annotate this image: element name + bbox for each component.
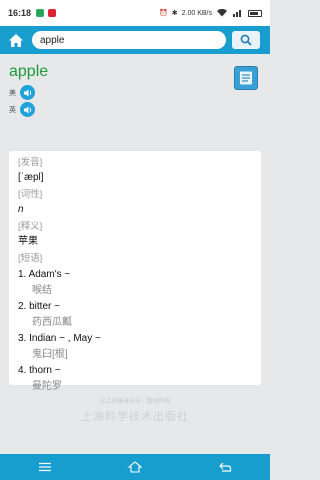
notebook-icon — [240, 71, 252, 85]
status-time: 16:18 — [8, 8, 32, 18]
status-right-icons: ⏰ ✱ 2.00 KB/s — [159, 9, 262, 17]
headword: apple — [9, 63, 49, 80]
battery-icon — [248, 9, 262, 17]
pron-us-label: 美 — [9, 89, 16, 97]
speaker-icon — [23, 106, 31, 113]
phrase-item: 3. Indian ~ , May ~ — [18, 333, 101, 344]
pos-value: n — [18, 204, 24, 215]
bluetooth-icon: ✱ — [171, 10, 178, 17]
app-notification-icon — [48, 9, 57, 17]
add-to-wordbook-button[interactable] — [234, 66, 258, 90]
pron-uk-play-button[interactable] — [20, 102, 35, 117]
watermark-publisher-name: 上海科学技术出版社 — [81, 411, 189, 423]
nav-home-button[interactable] — [120, 457, 150, 477]
system-nav-bar — [0, 454, 270, 480]
speaker-icon — [23, 89, 31, 96]
menu-button[interactable] — [30, 457, 60, 477]
back-icon — [219, 462, 232, 472]
phrase-item: 2. bitter ~ — [18, 301, 60, 312]
phrase-item: 4. thorn ~ — [18, 365, 61, 376]
search-query-text: apple — [40, 34, 65, 46]
menu-icon — [39, 462, 51, 472]
phrase-translation: 鬼臼[根] — [32, 349, 68, 360]
back-button[interactable] — [210, 457, 240, 477]
phrase-item: 1. Adam's ~ — [18, 269, 71, 280]
app-notification-icon — [36, 9, 45, 17]
definition-card: [发音] [ˈæpl] [词性] n [释义] 苹果 [短语] 1. Adam'… — [9, 151, 261, 392]
definition-value: 苹果 — [18, 236, 38, 247]
watermark-small-text: 以上内容来自于 · 版权所有 — [99, 399, 171, 405]
net-speed: 2.00 KB/s — [181, 9, 212, 17]
pron-us-play-button[interactable] — [20, 85, 35, 100]
search-toolbar: apple — [0, 26, 270, 54]
word-header: apple 美 英 — [0, 54, 270, 150]
home-outline-icon — [127, 461, 143, 473]
home-icon — [9, 33, 23, 47]
signal-icon — [233, 10, 241, 17]
search-input[interactable]: apple — [32, 31, 226, 49]
phonetic-value: [ˈæpl] — [18, 172, 44, 183]
status-bar: 16:18 ⏰ ✱ 2.00 KB/s — [0, 0, 270, 26]
phonetic-label: [发音] — [18, 157, 43, 168]
pos-label: [词性] — [18, 189, 43, 200]
search-icon — [240, 34, 252, 46]
publisher-watermark: 以上内容来自于 · 版权所有 上海科学技术出版社 — [0, 396, 270, 424]
pron-uk-row: 英 — [9, 102, 35, 117]
search-button[interactable] — [232, 31, 260, 49]
phrase-translation: 喉结 — [32, 285, 52, 296]
phrase-translation: 曼陀罗 — [32, 381, 62, 392]
phrases-label: [短语] — [18, 253, 43, 264]
status-notification-icons — [36, 9, 57, 17]
definition-label: [释义] — [18, 221, 43, 232]
home-button[interactable] — [6, 30, 26, 50]
pron-us-row: 美 — [9, 85, 35, 100]
wifi-icon — [217, 9, 227, 17]
pron-uk-label: 英 — [9, 106, 16, 114]
alarm-icon: ⏰ — [159, 10, 168, 17]
phrase-translation: 药西瓜瓤 — [32, 317, 72, 328]
